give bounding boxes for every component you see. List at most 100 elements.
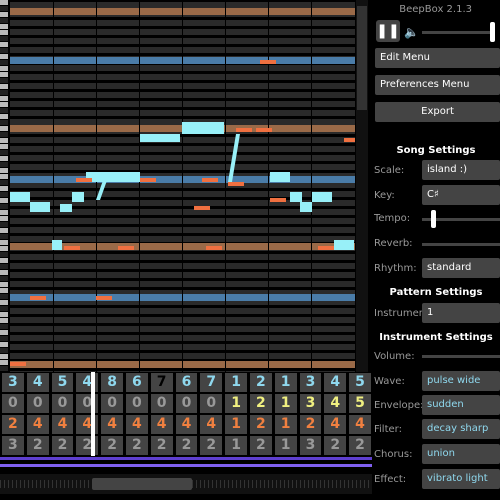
piano-key [0, 42, 8, 47]
scale-label: Scale: [374, 165, 405, 176]
song-scrollbar[interactable] [0, 474, 372, 494]
volume-slider[interactable] [422, 31, 494, 34]
rhythm-select[interactable]: standard [422, 258, 500, 278]
octave-scrollbar[interactable] [355, 0, 369, 372]
effect-label: Effect: [374, 474, 407, 485]
pattern-cell[interactable]: 7 [200, 373, 223, 392]
pattern-cell[interactable]: 1 [225, 436, 247, 455]
channel-bars [0, 457, 372, 467]
pattern-cell[interactable]: 2 [51, 436, 74, 455]
pattern-cell[interactable]: 4 [26, 373, 49, 392]
pattern-cell[interactable]: 1 [225, 373, 247, 392]
pattern-cell[interactable]: 4 [26, 415, 49, 434]
pattern-cell[interactable]: 2 [249, 394, 272, 413]
pattern-cell[interactable]: 7 [150, 373, 173, 392]
pattern-cell[interactable]: 4 [125, 415, 148, 434]
pattern-cell[interactable]: 4 [51, 415, 74, 434]
pattern-cell[interactable]: 2 [101, 436, 123, 455]
pattern-cell[interactable]: 1 [274, 394, 297, 413]
pattern-cell[interactable]: 2 [175, 436, 198, 455]
drum-note [318, 246, 334, 250]
piano-key [0, 78, 8, 83]
drum-note [118, 246, 134, 250]
pattern-cell[interactable]: 1 [274, 415, 297, 434]
export-button[interactable]: Export [375, 102, 500, 122]
pattern-cell[interactable]: 4 [324, 394, 347, 413]
scale-select[interactable]: island :) [422, 160, 500, 180]
pattern-cell[interactable]: 0 [51, 394, 74, 413]
piano-key [0, 120, 8, 125]
pattern-cell[interactable]: 2 [299, 415, 322, 434]
speaker-icon: 🔈 [404, 25, 419, 39]
envelope-select[interactable]: sudden [422, 395, 500, 415]
pattern-cell[interactable]: 4 [324, 373, 347, 392]
pattern-cell[interactable]: 4 [200, 415, 223, 434]
pattern-cell[interactable]: 2 [249, 415, 272, 434]
pattern-cell[interactable]: 2 [125, 436, 148, 455]
pattern-cell[interactable]: 2 [200, 436, 223, 455]
drum-note [30, 296, 46, 300]
pattern-cell[interactable]: 3 [2, 373, 24, 392]
pattern-cell[interactable]: 2 [249, 373, 272, 392]
tempo-slider-knob[interactable] [431, 210, 436, 228]
key-select[interactable]: C♯ [422, 185, 500, 205]
filter-select[interactable]: decay sharp [422, 419, 500, 439]
reverb-slider[interactable] [422, 243, 500, 246]
note-editor-canvas[interactable] [0, 0, 355, 372]
pattern-cell[interactable]: 5 [51, 373, 74, 392]
pattern-cell[interactable]: 5 [349, 373, 371, 392]
pattern-grid[interactable]: 3454867671213450000000001213452444444441… [0, 372, 372, 456]
pattern-cell[interactable]: 2 [249, 436, 272, 455]
note-editor[interactable] [0, 0, 355, 372]
pattern-cell[interactable]: 4 [101, 415, 123, 434]
pattern-cell[interactable]: 4 [349, 415, 371, 434]
piano-key [0, 180, 8, 185]
instrument-volume-slider[interactable] [422, 355, 500, 358]
pattern-cell[interactable]: 0 [26, 394, 49, 413]
pattern-cell[interactable]: 3 [299, 394, 322, 413]
piano-key [0, 234, 8, 239]
pattern-cell[interactable]: 1 [274, 373, 297, 392]
pattern-cell[interactable]: 0 [101, 394, 123, 413]
wave-label: Wave: [374, 376, 405, 387]
volume-slider-knob[interactable] [490, 22, 495, 42]
pattern-cell[interactable]: 8 [101, 373, 123, 392]
note [270, 172, 290, 182]
effect-select[interactable]: vibrato light [422, 469, 500, 489]
pattern-cell[interactable]: 0 [175, 394, 198, 413]
instrument-select[interactable]: 1 [422, 303, 500, 323]
pattern-cell[interactable]: 2 [2, 415, 24, 434]
pattern-cell[interactable]: 0 [125, 394, 148, 413]
preferences-menu[interactable]: Preferences Menu [375, 75, 500, 95]
piano-key [0, 168, 8, 173]
pattern-cell[interactable]: 1 [225, 415, 247, 434]
piano-key [0, 366, 8, 371]
pattern-cell[interactable]: 1 [274, 436, 297, 455]
pattern-cell[interactable]: 3 [2, 436, 24, 455]
pattern-cell[interactable]: 3 [299, 436, 322, 455]
wave-select[interactable]: pulse wide [422, 371, 500, 391]
pattern-cell[interactable]: 3 [299, 373, 322, 392]
volume-label: Volume: [374, 351, 415, 362]
pattern-cell[interactable]: 2 [26, 436, 49, 455]
chorus-select[interactable]: union [422, 444, 500, 464]
pattern-cell[interactable]: 0 [150, 394, 173, 413]
pattern-cell[interactable]: 0 [2, 394, 24, 413]
pattern-cell[interactable]: 1 [225, 394, 247, 413]
pause-button[interactable]: ❚❚ [376, 20, 400, 42]
piano-key [0, 198, 8, 203]
pattern-cell[interactable]: 6 [175, 373, 198, 392]
pattern-cell[interactable]: 6 [125, 373, 148, 392]
edit-menu[interactable]: Edit Menu [375, 48, 500, 68]
drum-note [260, 60, 276, 64]
pattern-cell[interactable]: 4 [175, 415, 198, 434]
song-scroll-thumb [92, 478, 192, 490]
pattern-cell[interactable]: 0 [200, 394, 223, 413]
pattern-cell[interactable]: 4 [150, 415, 173, 434]
pattern-cell[interactable]: 2 [150, 436, 173, 455]
piano-key [0, 60, 8, 65]
pattern-cell[interactable]: 2 [324, 436, 347, 455]
pattern-cell[interactable]: 2 [349, 436, 371, 455]
pattern-cell[interactable]: 4 [324, 415, 347, 434]
pattern-cell[interactable]: 5 [349, 394, 371, 413]
